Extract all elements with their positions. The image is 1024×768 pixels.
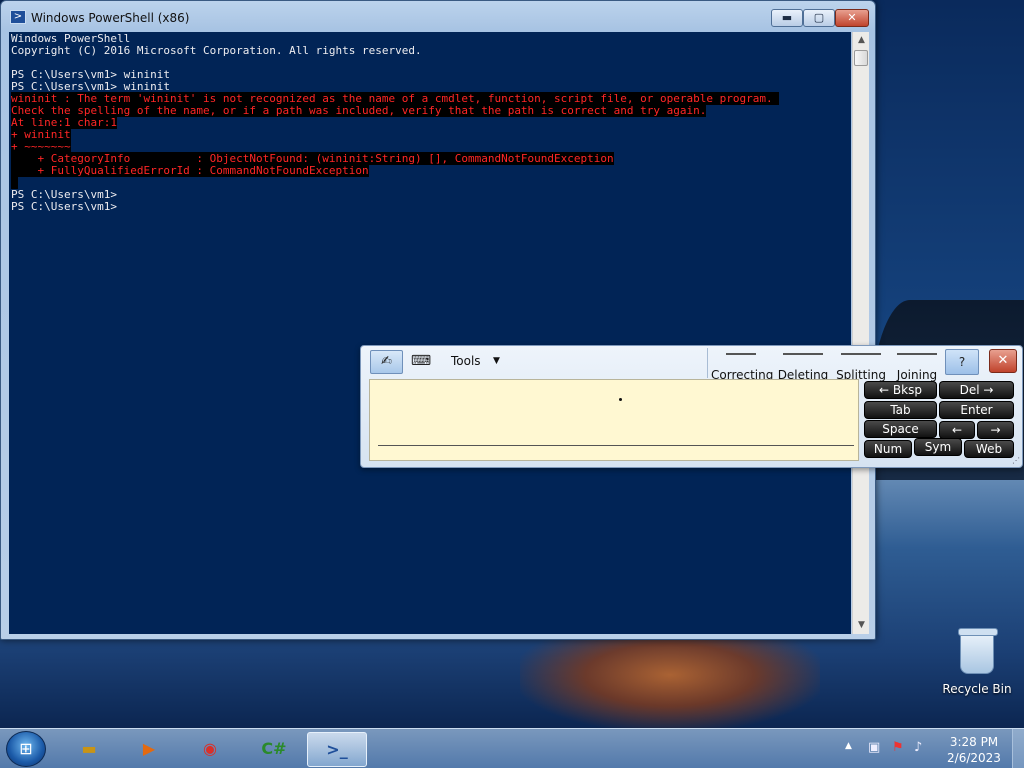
- powershell-taskbar-button[interactable]: >_: [307, 732, 367, 767]
- console-output[interactable]: Windows PowerShell Copyright (C) 2016 Mic…: [9, 32, 851, 634]
- recycle-bin[interactable]: Recycle Bin: [940, 628, 1014, 696]
- scrollbar-thumb[interactable]: [854, 50, 868, 66]
- gesture-correcting[interactable]: Correcting: [711, 348, 773, 382]
- maximize-button[interactable]: ▢: [803, 9, 835, 27]
- show-desktop-button[interactable]: [1012, 729, 1024, 768]
- backspace-key[interactable]: ← Bksp: [864, 381, 937, 399]
- powershell-icon: >: [10, 10, 26, 24]
- console-error-line: Check the spelling of the name, or if a …: [9, 104, 851, 117]
- console-line: PS C:\Users\vm1>: [11, 200, 117, 213]
- clock-time: 3:28 PM: [949, 735, 999, 749]
- help-icon[interactable]: ?: [945, 349, 979, 375]
- powershell-window[interactable]: > Windows PowerShell (x86) ▬ ▢ ✕ Windows…: [0, 0, 876, 640]
- console-line: Copyright (C) 2016 Microsoft Corporation…: [11, 44, 422, 57]
- console-line: PS C:\Users\vm1>: [11, 188, 117, 201]
- console-error-text: + FullyQualifiedErrorId : CommandNotFoun…: [11, 164, 369, 177]
- gesture-deleting[interactable]: Deleting: [775, 348, 831, 382]
- close-button[interactable]: ✕: [835, 9, 869, 27]
- gesture-splitting[interactable]: Splitting: [835, 348, 887, 382]
- recycle-bin-icon: [958, 628, 998, 674]
- tablet-input-panel[interactable]: ✍ ⌨ Tools ▼ Correcting Deleting Splittin…: [360, 345, 1023, 468]
- system-clock[interactable]: 3:28 PM 2/6/2023: [945, 734, 1003, 766]
- sym-key[interactable]: Sym: [914, 438, 962, 456]
- gesture-separator: [707, 348, 708, 378]
- media-player-icon[interactable]: ▶: [120, 732, 178, 767]
- tab-key[interactable]: Tab: [864, 401, 937, 419]
- csharp-icon[interactable]: C#: [245, 732, 303, 767]
- window-title: Windows PowerShell (x86): [31, 11, 190, 25]
- console-error-line: + wininit: [9, 128, 851, 141]
- clock-date: 2/6/2023: [947, 751, 1001, 765]
- writing-pad-icon[interactable]: ✍: [370, 350, 403, 374]
- chevron-down-icon[interactable]: ▼: [493, 356, 500, 366]
- chrome-icon[interactable]: ◉: [181, 732, 239, 767]
- deleting-icon: [783, 353, 823, 363]
- left-arrow-key[interactable]: ←: [939, 421, 975, 439]
- tip-close-button[interactable]: ✕: [989, 349, 1017, 373]
- delete-key[interactable]: Del →: [939, 381, 1014, 399]
- scroll-down-icon[interactable]: ▼: [853, 617, 870, 634]
- web-key[interactable]: Web: [964, 440, 1014, 458]
- writing-pad[interactable]: [369, 379, 859, 461]
- minimize-button[interactable]: ▬: [771, 9, 803, 27]
- gesture-joining[interactable]: Joining: [893, 348, 941, 382]
- volume-icon[interactable]: ♪: [914, 740, 922, 755]
- splitting-icon: [841, 353, 881, 363]
- correcting-icon: [726, 353, 756, 363]
- resize-grip-icon[interactable]: ⋰: [1012, 457, 1020, 465]
- recycle-bin-label: Recycle Bin: [942, 682, 1012, 696]
- start-button[interactable]: ⊞: [6, 731, 46, 767]
- tablet-icon[interactable]: ▣: [868, 740, 880, 755]
- gesture-label: Joining: [896, 368, 938, 382]
- action-center-icon[interactable]: ⚑: [892, 740, 904, 755]
- scroll-up-icon[interactable]: ▲: [853, 32, 870, 49]
- ink-dot: [619, 398, 622, 401]
- enter-key[interactable]: Enter: [939, 401, 1014, 419]
- taskbar: ⊞ ▬ ▶ ◉ C# >_ ▲ ▣ ⚑ ♪ 3:28 PM 2/6/2023: [0, 728, 1024, 768]
- console-error-line: + FullyQualifiedErrorId : CommandNotFoun…: [9, 164, 851, 177]
- vertical-scrollbar[interactable]: ▲ ▼: [852, 32, 869, 634]
- space-key[interactable]: Space: [864, 420, 937, 438]
- console-error-line: At line:1 char:1: [9, 116, 851, 129]
- keyboard-icon[interactable]: ⌨: [405, 350, 437, 374]
- joining-icon: [897, 353, 937, 363]
- num-key[interactable]: Num: [864, 440, 912, 458]
- right-arrow-key[interactable]: →: [977, 421, 1014, 439]
- writing-baseline: [378, 445, 854, 446]
- show-hidden-icons-icon[interactable]: ▲: [845, 741, 852, 751]
- console-error-line: [9, 176, 851, 189]
- file-explorer-icon[interactable]: ▬: [60, 732, 118, 767]
- title-bar[interactable]: > Windows PowerShell (x86) ▬ ▢ ✕: [1, 1, 875, 31]
- tools-menu[interactable]: Tools: [451, 354, 481, 368]
